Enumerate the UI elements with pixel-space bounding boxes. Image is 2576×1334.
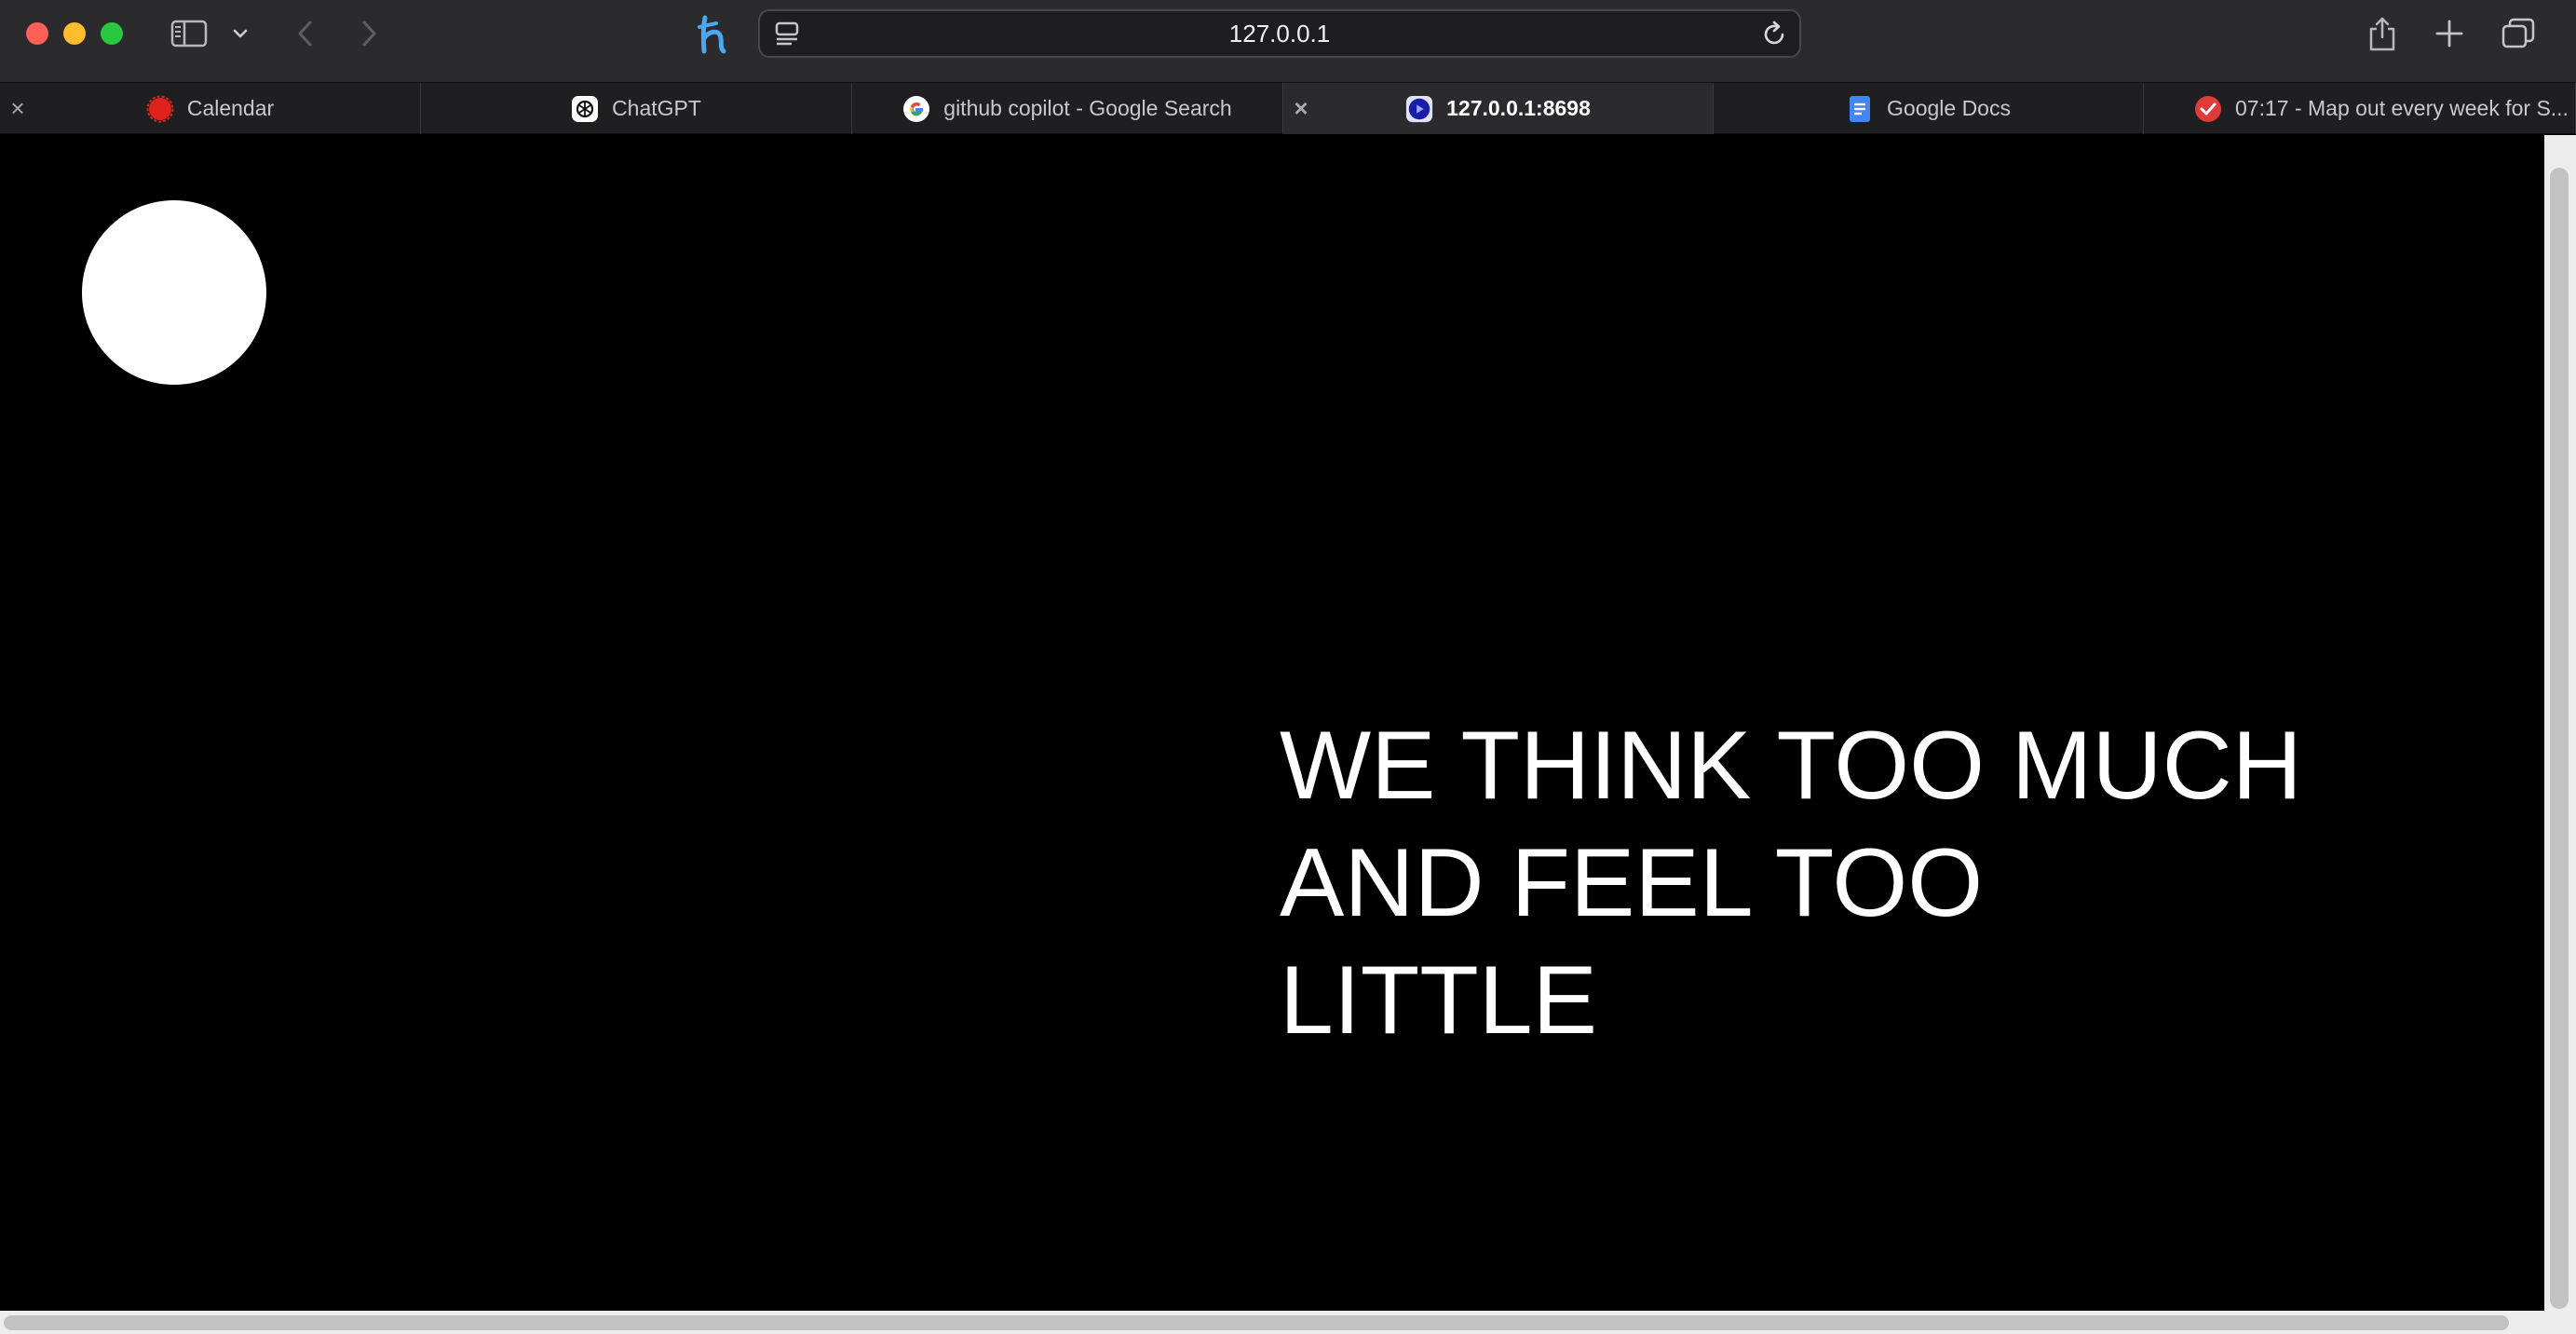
tab-bar: × Calendar ChatGPT github copilot - Goog… [0,82,2576,134]
reload-icon[interactable] [1760,20,1788,48]
window-close-button[interactable] [26,22,48,45]
plus-icon[interactable] [2431,13,2468,54]
calendar-icon [146,95,174,123]
close-tab-icon[interactable]: × [6,96,30,120]
tab-label: 127.0.0.1:8698 [1446,96,1591,120]
chevron-left-icon[interactable] [289,17,322,50]
browser-toolbar: 127.0.0.1 [0,0,2576,82]
chevron-down-icon[interactable] [227,20,253,47]
quote-line: LITTLE [1280,946,1597,1055]
tab-label: Google Docs [1887,96,2011,120]
tab-google-search[interactable]: github copilot - Google Search [852,83,1283,134]
tab-calendar[interactable]: × Calendar [0,83,421,134]
google-icon [902,95,930,123]
page-content: WE THINK TOO MUCH AND FEEL TOO LITTLE [0,135,2544,1311]
chevron-right-icon[interactable] [352,17,386,50]
quote-line: AND FEEL TOO [1280,829,1984,937]
window-minimize-button[interactable] [63,22,86,45]
task-check-icon [2194,95,2222,123]
quote-line: WE THINK TOO MUCH [1280,712,2302,820]
chatgpt-icon [571,95,599,123]
share-icon[interactable] [2364,13,2401,54]
google-docs-icon [1846,95,1874,123]
tab-overview-icon[interactable] [2498,13,2539,54]
tab-localhost-active[interactable]: × 127.0.0.1:8698 [1283,83,1714,134]
sidebar-icon[interactable] [166,17,212,50]
tab-task[interactable]: 07:17 - Map out every week for S... [2144,83,2576,134]
white-circle [82,200,266,385]
url-text[interactable]: 127.0.0.1 [760,11,1799,56]
tab-google-docs[interactable]: Google Docs [1714,83,2144,134]
window-zoom-button[interactable] [101,22,123,45]
tab-label: 07:17 - Map out every week for S... [2235,96,2569,120]
quote-heading: WE THINK TOO MUCH AND FEEL TOO LITTLE [1280,707,2397,1059]
honey-extension-icon[interactable] [691,11,738,58]
vertical-scrollbar-thumb[interactable] [2550,168,2569,1309]
tab-label: Calendar [186,96,275,120]
horizontal-scrollbar-thumb[interactable] [4,1315,2509,1330]
local-page-icon [1405,95,1433,123]
address-bar[interactable]: 127.0.0.1 [758,9,1801,58]
tab-label: ChatGPT [612,96,701,120]
close-tab-icon[interactable]: × [1289,96,1313,120]
tab-label: github copilot - Google Search [943,96,1232,120]
tab-chatgpt[interactable]: ChatGPT [421,83,852,134]
